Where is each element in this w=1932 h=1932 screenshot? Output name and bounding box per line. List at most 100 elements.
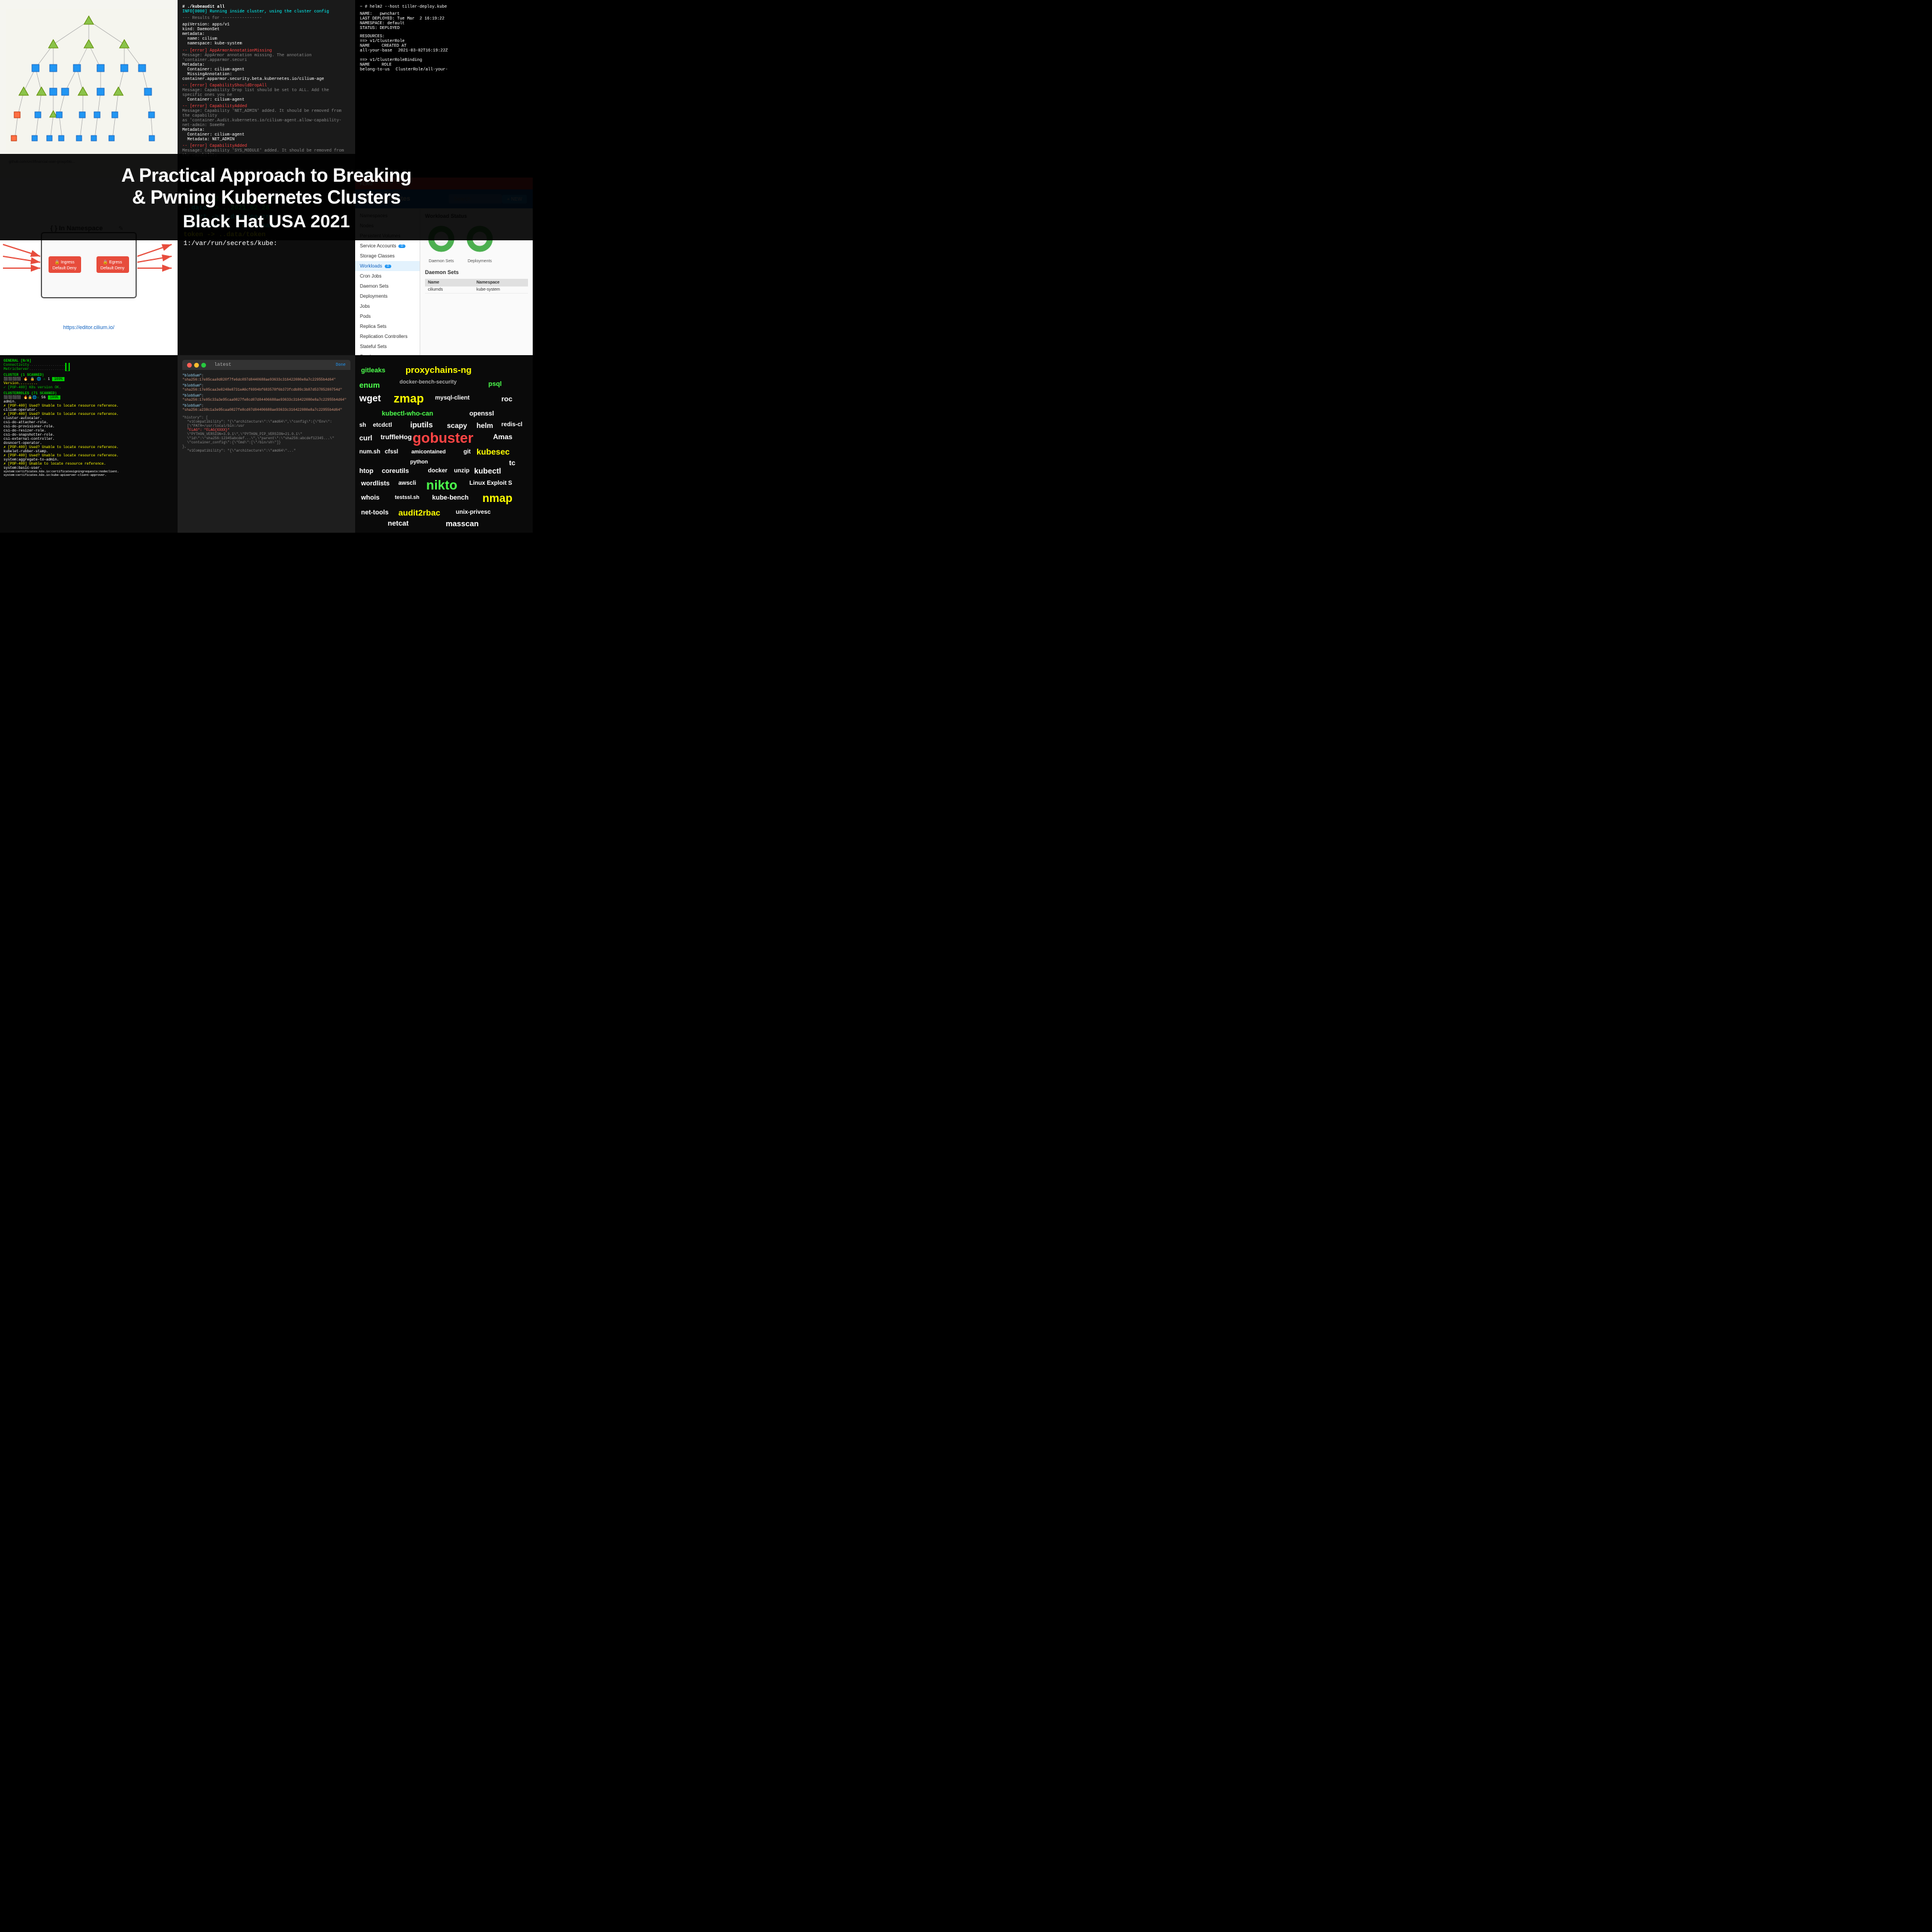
- sidebar-item-replication-controllers[interactable]: Replication Controllers: [355, 331, 420, 342]
- role-admin-msg: ✗ [POP-400] Used? Unable to locate resou…: [4, 404, 174, 408]
- word-docker-bench: docker-bench-security: [400, 379, 457, 385]
- error1-container: Container: cilium-agent: [182, 67, 350, 72]
- table-header: Name Namespace: [425, 279, 528, 286]
- word-python: python: [410, 459, 428, 465]
- helm-line1: ~ # helm2 --host tiller-deploy.kube: [360, 5, 528, 9]
- word-htop: htop: [359, 468, 373, 475]
- error3-msg: Message: Capability 'NET_ADMIN' added. I…: [182, 109, 350, 118]
- api-version: apiVersion: apps/v1: [182, 22, 350, 27]
- col-name-header: Name: [428, 281, 476, 285]
- word-sh: sh: [359, 422, 366, 429]
- cluster-scanned-header: CLUSTER (1 SCANNED): [4, 373, 174, 377]
- word-nmap: nmap: [482, 492, 513, 505]
- dashboard-main: Workload Status Daemon Sets: [420, 208, 533, 355]
- sidebar-item-service-accounts[interactable]: Service Accounts 0: [355, 241, 420, 251]
- role-csi-external: csi-external-controller.: [4, 437, 174, 441]
- role-cilium: cilium-operator.: [4, 408, 174, 412]
- daemon-sets-chart-label: Daemon Sets: [425, 259, 458, 263]
- sidebar-item-daemon-sets[interactable]: Daemon Sets: [355, 281, 420, 291]
- svg-text:Default Deny: Default Deny: [53, 266, 77, 271]
- cilium-diagram-cell: { } In Namespace ✎ 🔒 Ingress Default Den…: [0, 178, 178, 355]
- dots-line: ..: [183, 183, 349, 192]
- metadata-label: metadata:: [182, 32, 350, 37]
- word-cfssl: cfssl: [385, 449, 398, 455]
- sidebar-item-replica-sets[interactable]: Replica Sets: [355, 321, 420, 331]
- sidebar-item-workloads[interactable]: Workloads 0: [355, 261, 420, 271]
- sidebar-item-persistent-volumes[interactable]: Persistent Volumes: [355, 231, 420, 241]
- role-aggregate: system:aggregate-to-admin.: [4, 458, 174, 462]
- dashboard-sidebar: Namespaces Nodes Persistent Volumes Serv…: [355, 208, 420, 355]
- role-csi-attacher: csi-do-attacher-role.: [4, 420, 174, 424]
- sidebar-item-nodes[interactable]: Nodes: [355, 221, 420, 231]
- workload-status-title: Workload Status: [425, 213, 528, 219]
- namespace-ks: namespace: kube-system: [182, 41, 350, 46]
- word-redis: redis-cl: [501, 421, 523, 428]
- svg-text:✎: ✎: [118, 226, 123, 232]
- binding-role: ClusterRole/all-your-: [395, 67, 447, 72]
- clusterroles-header: CLUSTERROLES (71 SCANNED): [4, 391, 174, 395]
- helm-terminal: ~ # helm2 --host tiller-deploy.kube NAME…: [355, 0, 533, 178]
- sidebar-item-jobs[interactable]: Jobs: [355, 301, 420, 311]
- word-whois: whois: [361, 494, 379, 501]
- error2-msg: Message: Capability Drop list should be …: [182, 88, 350, 98]
- flag-label: FLAG: [360, 181, 373, 186]
- sidebar-item-stateful-sets[interactable]: Stateful Sets: [355, 342, 420, 352]
- history-block: "history": [ "v1Compatibility": "{\"arch…: [182, 416, 350, 453]
- word-openssl: openssl: [469, 410, 494, 417]
- role-csi-resizer: csi-do-resizer-role.: [4, 429, 174, 433]
- kubernetes-dashboard[interactable]: FLAG ☰ kubernetes + NEW Namespaces Nodes…: [355, 178, 533, 355]
- search-input[interactable]: [449, 194, 502, 204]
- col-ns-header: Namespace: [476, 281, 525, 285]
- date-dir2: ..data -> ..2021_02_28_: [183, 205, 349, 212]
- role-csi-snapshotter: csi-do-snapshotter-role.: [4, 433, 174, 437]
- col-role2: ROLE: [382, 63, 392, 67]
- blob-line4: "blobSum": "sha256:a238c1a3e95caa0827fe8…: [182, 404, 350, 412]
- general-header: GENERAL [N/A]: [4, 359, 174, 363]
- word-testssl: testssl.sh: [395, 494, 420, 500]
- svg-text:🔒 Ingress: 🔒 Ingress: [54, 260, 75, 265]
- word-mysql: mysql-client: [435, 395, 469, 401]
- word-scapy: scapy: [447, 421, 467, 430]
- table-row[interactable]: ciliumds kube-system: [425, 286, 528, 294]
- helm-ns: NAMESPACE: default: [360, 21, 528, 26]
- word-kubectl: kubectl: [474, 466, 501, 475]
- sidebar-item-storage-classes[interactable]: Storage Classes: [355, 251, 420, 261]
- sidebar-item-cron-jobs[interactable]: Cron Jobs: [355, 271, 420, 281]
- role-cert-approver: system:certificates.k8s.io:kube-apiserve…: [4, 474, 174, 477]
- word-iputils: iputils: [410, 420, 433, 429]
- word-awscli: awscli: [398, 480, 416, 487]
- word-linux-exploit: Linux Exploit S: [469, 480, 512, 487]
- word-psql: psql: [488, 381, 502, 388]
- hamburger-icon[interactable]: ☰: [361, 193, 369, 205]
- deployments-chart: Deployments: [463, 223, 496, 263]
- running-info: INFO[0000] Running inside cluster, using…: [182, 9, 350, 14]
- word-zmap: zmap: [394, 392, 424, 406]
- word-git: git: [463, 449, 471, 455]
- cluster-role-created: 2021-03-02T16:19:22Z: [398, 49, 448, 53]
- word-wordlists: wordlists: [361, 480, 389, 487]
- kind-line: kind: DaemonSet: [182, 27, 350, 32]
- blob-line2: "blobSum": "sha256:17e05caa3e8248e8731eA…: [182, 384, 350, 392]
- sidebar-item-pods[interactable]: Pods: [355, 311, 420, 321]
- name-cilium: name: cilium: [182, 37, 350, 41]
- word-enum: enum: [359, 381, 380, 389]
- error1-missing: MissingAnnotation: container.apparmor.se…: [182, 72, 350, 82]
- blob-line3: "blobSum": "sha256:17e05c33a3e95caa0827f…: [182, 394, 350, 402]
- sidebar-item-namespaces[interactable]: Namespaces: [355, 211, 420, 221]
- done-button[interactable]: Done: [336, 363, 346, 368]
- word-gobuster: gobuster: [413, 430, 474, 447]
- cluster-role-name: all-your-base: [360, 49, 392, 53]
- metric-server-line: MetricServer.................▉: [4, 367, 174, 371]
- dashboard-body: Namespaces Nodes Persistent Volumes Serv…: [355, 208, 533, 355]
- new-button[interactable]: + NEW: [502, 195, 527, 204]
- word-etcdctl: etcdctl: [373, 422, 392, 429]
- helm-status: STATUS: DEPLOYED: [360, 26, 528, 31]
- blob-line1: "blobSum": "sha256:17e85caa0d820f7fe6dc0…: [182, 373, 350, 382]
- word-netcat: netcat: [388, 519, 408, 527]
- word-kubectl-who-can: kubectl-who-can: [382, 410, 433, 417]
- sidebar-item-deployments[interactable]: Deployments: [355, 291, 420, 301]
- role-basic-user: system:basic-user.: [4, 466, 174, 470]
- terminal-title: # ./kubeaudit all: [182, 5, 350, 9]
- role-kubelet-msg: ✗ [POP-400] Used? Unable to locate resou…: [4, 453, 174, 458]
- cacrt-line: ca.crt -> ..data/ca.crt: [183, 214, 349, 221]
